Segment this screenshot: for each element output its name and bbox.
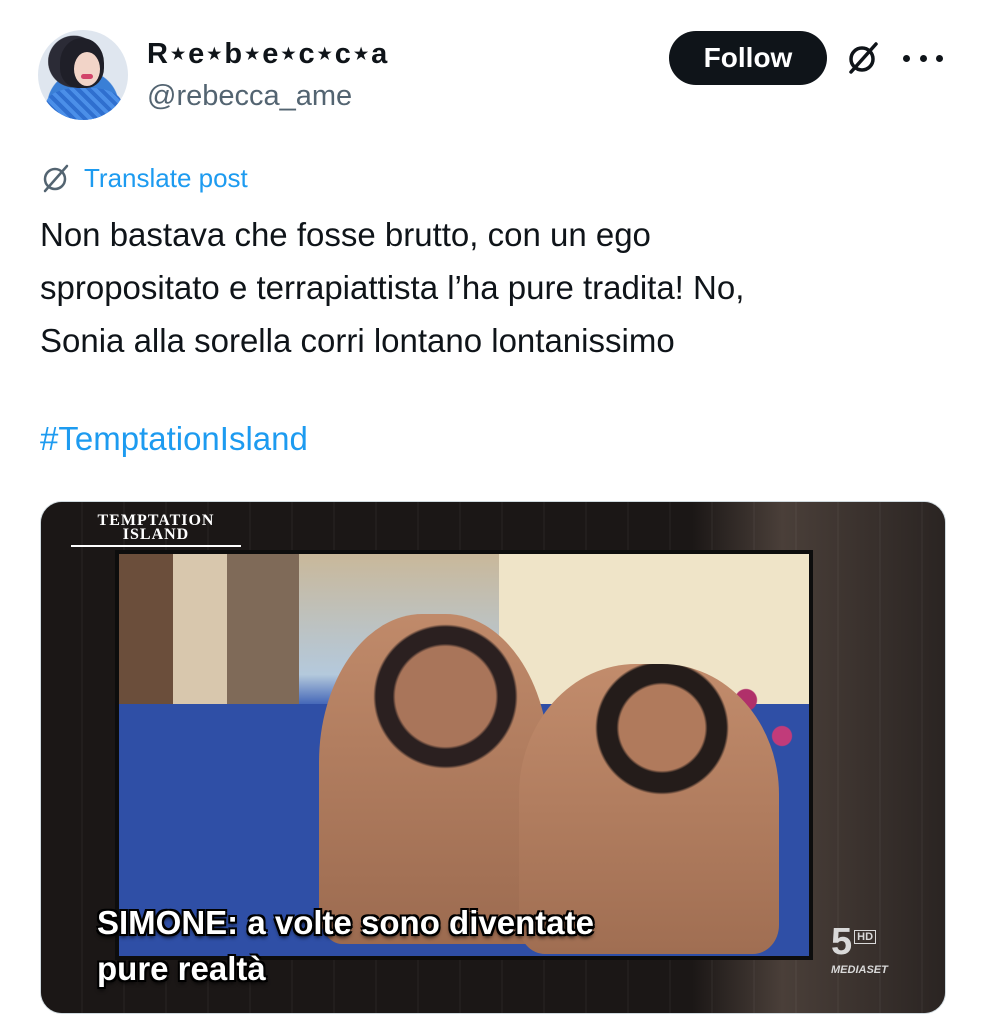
avatar-face <box>74 52 100 86</box>
scene-person-left <box>319 614 549 944</box>
more-dot <box>936 54 943 62</box>
avatar-lips <box>81 74 93 79</box>
show-logo-line2: ISLAND <box>122 526 190 543</box>
more-options-icon[interactable] <box>903 44 943 72</box>
translate-label: Translate post <box>84 162 248 193</box>
grok-icon[interactable] <box>845 40 881 76</box>
post-media-image[interactable]: TEMPTATION ISLAND SIMONE: a volte sono d… <box>40 501 946 1014</box>
video-caption: SIMONE: a volte sono diventate pure real… <box>97 900 594 992</box>
tv-frame <box>115 550 813 960</box>
post-text: Non bastava che fosse brutto, con un ego… <box>40 208 940 367</box>
show-logo: TEMPTATION ISLAND <box>71 513 241 547</box>
author-handle[interactable]: @rebecca_ame <box>147 80 352 113</box>
post-text-line: spropositato e terrapiattista l’ha pure … <box>40 269 745 306</box>
channel-brand: MEDIASET <box>831 964 888 976</box>
show-logo-rule <box>71 545 241 547</box>
post-text-line: Sonia alla sorella corri lontano lontani… <box>40 322 675 359</box>
channel-hd-badge: HD <box>854 930 877 944</box>
avatar[interactable] <box>38 30 128 120</box>
channel-number: 5 <box>831 921 853 963</box>
author-display-name[interactable]: R⋆e⋆b⋆e⋆c⋆c⋆a <box>147 36 388 71</box>
more-dot <box>903 54 910 62</box>
hashtag-link[interactable]: #TemptationIsland <box>40 420 308 458</box>
follow-button[interactable]: Follow <box>669 31 827 85</box>
more-dot <box>919 54 927 62</box>
translate-post-link[interactable]: Translate post <box>40 160 248 196</box>
translate-icon <box>43 164 69 193</box>
caption-line: pure realtà <box>97 950 266 987</box>
channel-logo: 5 HD MEDIASET <box>831 922 888 976</box>
post-text-line: Non bastava che fosse brutto, con un ego <box>40 216 651 253</box>
avatar-coat <box>46 88 122 120</box>
caption-line: SIMONE: a volte sono diventate <box>97 904 594 941</box>
